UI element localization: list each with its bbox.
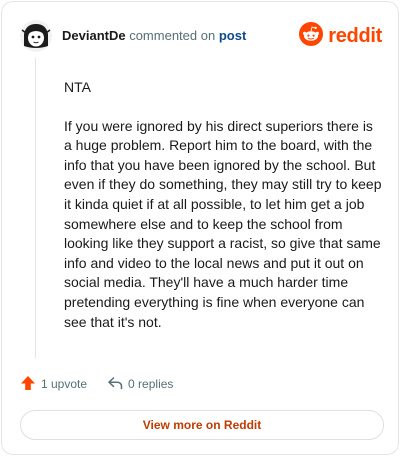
post-link[interactable]: post <box>219 28 246 43</box>
comment-actions: 1 upvote 0 replies <box>20 374 173 394</box>
upvote-count: 1 upvote <box>41 377 88 391</box>
commented-on-text: commented on <box>129 28 216 43</box>
replies-count: 0 replies <box>128 377 174 391</box>
comment-paragraph: NTA <box>64 79 91 95</box>
reddit-wordmark: reddit <box>328 24 382 47</box>
username-link[interactable]: DeviantDe <box>62 28 126 43</box>
avatar-icon[interactable] <box>20 20 52 52</box>
comment-paragraph: If you were ignored by his direct superi… <box>64 117 382 330</box>
upvote-button[interactable]: 1 upvote <box>20 375 87 394</box>
reddit-brand[interactable]: reddit <box>299 21 382 51</box>
view-more-button[interactable]: View more on Reddit <box>20 410 384 440</box>
comment-embed-card: DeviantDe commented on post reddit NTA I… <box>1 1 399 455</box>
replies-button[interactable]: 0 replies <box>107 375 173 394</box>
reply-arrow-icon <box>107 375 123 394</box>
upvote-arrow-icon <box>20 375 36 394</box>
thread-line <box>35 58 36 358</box>
comment-body: NTA If you were ignored by his direct su… <box>64 78 382 351</box>
comment-meta: DeviantDe commented on post <box>62 28 246 44</box>
reddit-logo-icon <box>299 21 324 51</box>
comment-header: DeviantDe commented on post reddit <box>20 18 382 54</box>
